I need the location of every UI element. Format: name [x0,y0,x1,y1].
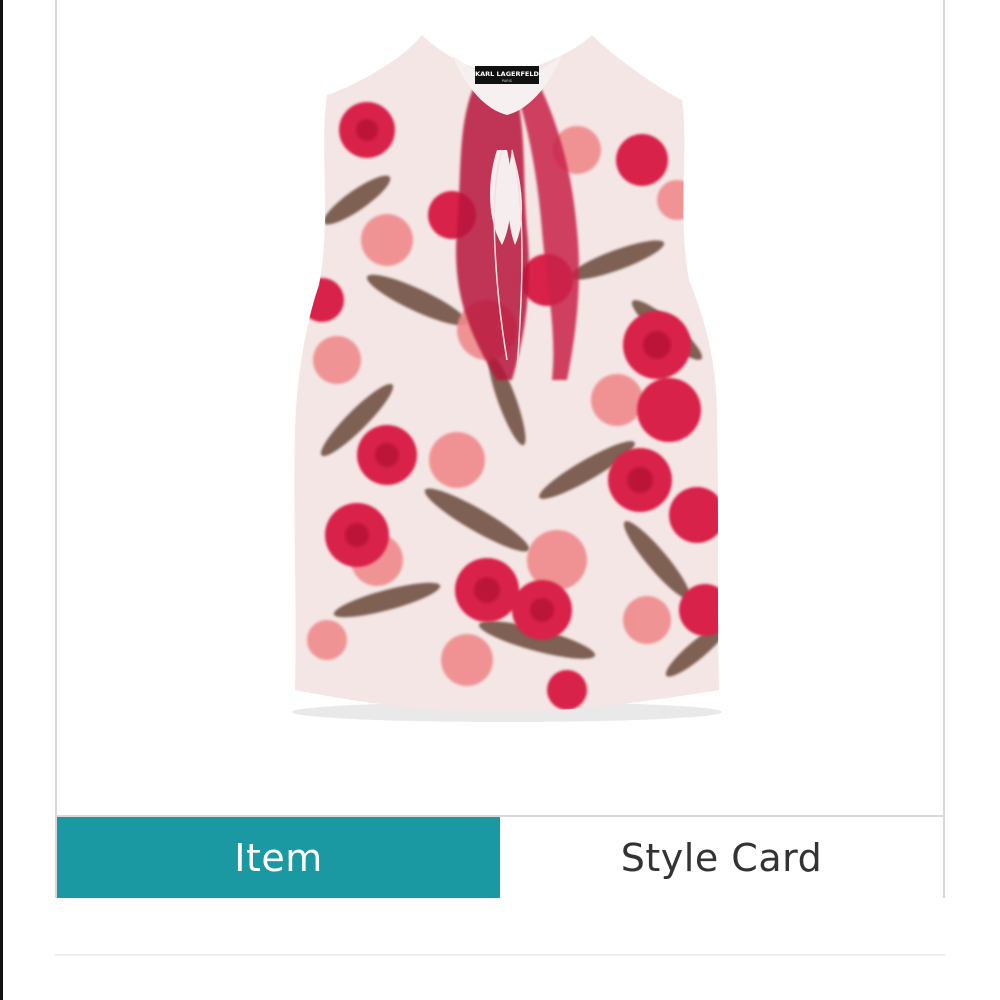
left-edge-divider [0,0,3,1000]
product-card: KARL LAGERFELD PARIS Item Style Card [55,0,945,898]
tab-style-card[interactable]: Style Card [500,817,943,898]
brand-label: KARL LAGERFELD PARIS [475,66,540,84]
tab-item-label: Item [234,835,323,880]
product-image[interactable]: KARL LAGERFELD PARIS [57,0,943,815]
brand-sublabel-text: PARIS [502,79,513,83]
tab-style-card-label: Style Card [620,835,823,880]
tab-item[interactable]: Item [57,817,500,898]
brand-label-text: KARL LAGERFELD [475,70,539,78]
sleeveless-floral-blouse-image: KARL LAGERFELD PARIS [292,35,722,722]
section-divider [55,954,945,956]
tab-bar: Item Style Card [57,815,943,898]
